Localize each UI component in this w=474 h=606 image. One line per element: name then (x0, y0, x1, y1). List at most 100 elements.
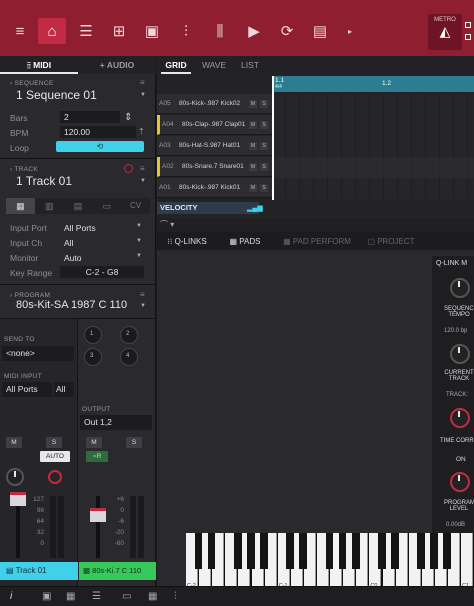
track-row[interactable]: A01 80s-Kick-.987 Kick01 M S (157, 178, 272, 198)
black-key[interactable] (260, 533, 268, 569)
mixer-icon[interactable]: ⫶ (172, 18, 200, 44)
key-range-field[interactable]: C-2 - G8 (60, 266, 144, 278)
piano-keyboard[interactable]: C-2C-1C0C1 (186, 533, 474, 591)
send-to-field[interactable]: <none> (2, 346, 74, 361)
midi-input-channel[interactable]: All (54, 382, 74, 397)
pad-solo[interactable]: S (260, 100, 268, 108)
play-icon[interactable]: ▶ (240, 18, 268, 44)
pad-mute[interactable]: M (249, 184, 257, 192)
midi-input-port[interactable]: All Ports (2, 382, 52, 397)
channel-mixer-icon[interactable]: ⫼ (206, 18, 234, 44)
tab-pad-perform[interactable]: ▦ PAD PERFORM (273, 232, 361, 251)
track-row[interactable]: A03 80s-Hat-S.987 Hat01 M S (157, 136, 272, 156)
timeline-ruler[interactable]: 1.1 4/4 1.2 (272, 76, 474, 92)
pad-solo[interactable]: S (260, 184, 268, 192)
bars-field[interactable]: 2 (60, 111, 120, 123)
tune-icon[interactable]: ⫶ (174, 591, 177, 602)
tab-project[interactable]: ▢ PROJECT (361, 232, 421, 251)
chevron-down-icon[interactable]: ▼ (140, 178, 146, 184)
loop-toggle[interactable]: ⟲ (56, 141, 144, 152)
pad-mute[interactable]: M (249, 142, 257, 150)
pads-icon[interactable]: ▦ (148, 591, 157, 602)
pan-knob-1[interactable] (6, 468, 24, 486)
black-key[interactable] (194, 533, 203, 569)
sample-edit-icon[interactable]: ▣ (138, 18, 166, 44)
pad-solo[interactable]: S (260, 121, 268, 129)
pad-solo[interactable]: S (260, 142, 268, 150)
seq-tempo-knob[interactable] (450, 278, 470, 298)
monitor-select[interactable]: Auto ▼ (64, 253, 146, 263)
black-key[interactable] (351, 533, 360, 569)
program-icon[interactable]: ▤ (306, 18, 334, 44)
mute-button-1[interactable]: M (6, 437, 22, 448)
current-track-knob[interactable] (450, 344, 470, 364)
black-key[interactable] (417, 533, 426, 569)
input-port-select[interactable]: All Ports ▼ (64, 223, 146, 233)
black-key[interactable] (338, 533, 347, 569)
time-correct-knob[interactable] (450, 408, 470, 428)
tab-wave[interactable]: WAVE (197, 56, 231, 74)
track-name-strip[interactable]: ▤ Track 01 (0, 562, 78, 580)
automation-read-button[interactable]: ⌁R (86, 451, 108, 462)
volume-fader-1[interactable] (10, 492, 26, 506)
loop-icon[interactable]: ⟳ (273, 18, 301, 44)
tab-pads[interactable]: ▦ PADS (217, 232, 273, 251)
pad-solo[interactable]: S (260, 163, 268, 171)
input-ch-select[interactable]: All ▼ (64, 238, 146, 248)
solo-button-1[interactable]: S (46, 437, 62, 448)
track-view-icon[interactable]: ☰ (72, 18, 100, 44)
program-menu-icon[interactable]: ≡ (140, 290, 145, 299)
output-field[interactable]: Out 1,2 (80, 415, 152, 430)
black-key[interactable] (207, 533, 216, 569)
black-key[interactable] (299, 533, 308, 569)
track-menu-icon[interactable]: ≡ (140, 164, 145, 173)
volume-fader-2[interactable] (90, 508, 106, 522)
grid-view-icon[interactable]: ⊞ (105, 18, 133, 44)
black-key[interactable] (430, 533, 439, 569)
pad-mute[interactable]: M (249, 100, 257, 108)
tab-list[interactable]: LIST (235, 56, 265, 74)
solo-button-2[interactable]: S (126, 437, 142, 448)
velocity-lane-label[interactable]: VELOCITY (157, 202, 259, 214)
mute-button-2[interactable]: M (86, 437, 102, 448)
expand-icon[interactable]: ▸ (336, 18, 364, 44)
stop-icon[interactable]: ▣ (42, 591, 51, 602)
chevron-down-icon[interactable]: ▼ (140, 303, 146, 309)
record-arm-icon[interactable] (124, 164, 133, 173)
black-key[interactable] (233, 533, 242, 569)
program-name[interactable]: 80s-Kit-SA 1987 C 110 (16, 299, 127, 311)
note-grid[interactable] (272, 94, 474, 199)
black-key[interactable] (246, 533, 255, 569)
program-name-strip[interactable]: ▦ 80s-Ki.7 C 110 (79, 562, 156, 580)
tap-tempo-icon[interactable]: ⇡ (138, 127, 145, 136)
layout-icon[interactable]: ▭ (122, 591, 131, 602)
tab-audio[interactable]: + AUDIO (78, 56, 156, 74)
program-level-knob[interactable] (450, 472, 470, 492)
track-name[interactable]: 1 Track 01 (16, 174, 72, 188)
auto-button[interactable]: AUTO (40, 451, 70, 462)
black-key[interactable] (286, 533, 295, 569)
keygroup-type-icon[interactable]: ▥ (35, 198, 64, 214)
menu-icon[interactable]: ≡ (6, 18, 34, 44)
sequence-name[interactable]: 1 Sequence 01 (16, 88, 97, 102)
grid-icon[interactable]: ▦ (66, 591, 75, 602)
black-key[interactable] (443, 533, 452, 569)
zoom-icon[interactable]: ⌒ ▾ (160, 219, 174, 230)
drum-type-icon[interactable]: ▦ (6, 198, 35, 214)
track-row[interactable]: A05 80s-Kick-.987 Kick02 M S (157, 94, 272, 114)
tab-grid[interactable]: GRID (161, 56, 191, 74)
tab-q-links[interactable]: ⁝⁝ Q-LINKS (157, 232, 217, 251)
home-icon[interactable]: ⌂ (38, 18, 66, 44)
metronome-button[interactable]: METRO ◭ (428, 14, 462, 50)
black-key[interactable] (377, 533, 386, 569)
black-key[interactable] (325, 533, 334, 569)
tab-midi[interactable]: ⦙⦙ MIDI (0, 56, 78, 74)
black-key[interactable] (391, 533, 399, 569)
record-icon[interactable] (48, 470, 62, 484)
bpm-field[interactable]: 120.00 (60, 126, 136, 138)
cv-type-button[interactable]: CV (121, 198, 150, 214)
pad-mute[interactable]: M (249, 163, 257, 171)
midi-type-icon[interactable]: ▭ (92, 198, 121, 214)
list-icon[interactable]: ☰ (92, 591, 101, 602)
info-icon[interactable]: i (10, 591, 12, 602)
